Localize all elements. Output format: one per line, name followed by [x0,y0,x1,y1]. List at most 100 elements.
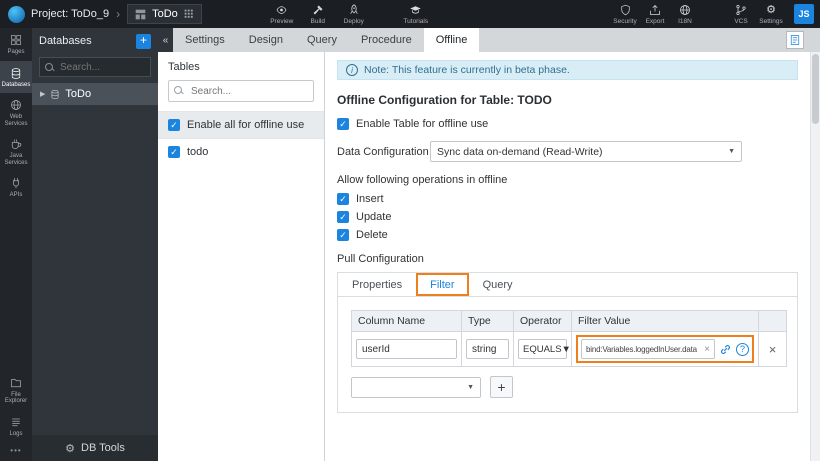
sidebar-item-pages[interactable]: Pages [0,28,32,61]
tab-properties[interactable]: Properties [338,273,416,296]
caret-right-icon[interactable]: ▶ [40,90,45,98]
tabbar-right [786,28,820,52]
sidebar-item-logs[interactable]: Logs [0,410,32,443]
topbar: Project: ToDo_9 › ToDo Preview Build Dep… [0,0,820,28]
vcs-button[interactable]: VCS [726,4,756,25]
databases-search-input[interactable] [39,57,151,77]
export-icon [649,4,661,16]
list-item-label: Enable all for offline use [187,119,305,131]
i18n-button[interactable]: I18N [670,4,700,25]
new-column-select[interactable]: ▼ [351,376,481,398]
bind-link-icon[interactable] [719,343,732,356]
data-configuration-value: Sync data on-demand (Read-Write) [437,145,603,158]
tab-design[interactable]: Design [237,28,295,52]
tab-offline[interactable]: Offline [423,28,480,52]
filter-value-text: bind:Variables.loggedInUser.data [586,344,697,354]
filter-table-row: EQUALS ▼ bind:Variables.loggedInUser. [351,331,787,367]
enable-table-row: ✓ Enable Table for offline use [337,118,798,130]
preview-button[interactable]: Preview [264,4,300,25]
checkbox-enable-table[interactable]: ✓ [337,118,349,130]
scrollbar-thumb[interactable] [812,54,819,124]
checkbox-insert[interactable]: ✓ [337,193,349,205]
search-icon [45,63,54,72]
build-button[interactable]: Build [300,4,336,25]
db-tools-label: DB Tools [81,442,125,454]
checkbox-update[interactable]: ✓ [337,211,349,223]
app-window: Project: ToDo_9 › ToDo Preview Build Dep… [0,0,820,461]
beta-note-banner: i Note: This feature is currently in bet… [337,60,798,80]
db-tools-button[interactable]: ⚙ DB Tools [32,435,158,461]
collapse-panel-button[interactable]: « [158,28,173,52]
data-configuration-select[interactable]: Sync data on-demand (Read-Write) ▼ [430,141,742,162]
filter-tab-content: Column Name Type Operator Filter Value u… [338,297,797,412]
chevron-down-icon: ▼ [561,343,571,355]
type-input[interactable] [466,339,509,359]
sidebar-item-apis[interactable]: APIs [0,171,32,204]
column-header: Filter Value [571,310,759,332]
add-database-button[interactable]: + [136,33,151,49]
column-header: Operator [513,310,572,332]
sidebar-item-databases[interactable]: Databases [0,60,32,93]
settings-button[interactable]: ⚙ Settings [756,4,786,25]
action-label: Preview [270,17,294,25]
more-icon[interactable]: ••• [0,442,32,461]
rail-spacer [0,204,32,371]
tab-query-pull[interactable]: Query [469,273,527,296]
tab-settings[interactable]: Settings [173,28,237,52]
scrollbar[interactable] [810,52,820,461]
export-button[interactable]: Export [640,4,670,25]
operation-row-update: ✓ Update [337,211,798,223]
tab-query[interactable]: Query [295,28,349,52]
project-title: Project: ToDo_9 [31,8,110,20]
column-name-input[interactable] [356,339,457,359]
help-icon[interactable]: ? [736,342,749,356]
operation-row-delete: ✓ Delete [337,229,798,241]
data-configuration-label: Data Configuration [337,145,429,158]
sidebar-item-java-services[interactable]: Java Services [0,132,32,171]
user-avatar[interactable]: JS [794,4,814,24]
tutorials-button[interactable]: Tutorials [398,4,434,25]
list-item-todo[interactable]: ✓ todo [158,138,324,165]
globe-icon [679,4,691,16]
filter-value-field[interactable]: bind:Variables.loggedInUser.data × [581,339,715,359]
app-selector[interactable]: ToDo [127,4,202,24]
list-item-enable-all[interactable]: ✓ Enable all for offline use [158,111,324,138]
tab-procedure[interactable]: Procedure [349,28,424,52]
operation-label: Insert [356,193,384,205]
gear-icon: ⚙ [766,3,776,16]
action-label: Tutorials [403,17,429,25]
apps-grid-icon[interactable] [184,9,194,19]
delete-row-icon[interactable]: × [769,342,777,357]
search-icon [174,86,183,95]
sidebar-item-web-services[interactable]: Web Services [0,93,32,132]
operations-list: ✓ Insert ✓ Update ✓ Delete [337,193,798,241]
add-filter-button[interactable]: + [490,376,513,398]
checkbox-delete[interactable]: ✓ [337,229,349,241]
topbar-actions: Preview Build Deploy Tutorials [264,3,434,25]
tables-search-input[interactable] [168,80,314,102]
security-shield-icon [620,4,631,16]
checkbox-enable-all[interactable]: ✓ [168,119,180,131]
action-label: Build [310,17,325,25]
pull-configuration-label: Pull Configuration [337,253,424,265]
column-header-actions [758,310,787,332]
wavemaker-logo-icon[interactable] [8,5,25,23]
database-tree-item-todo[interactable]: ▶ ToDo [32,83,158,105]
security-button[interactable]: Security [610,4,640,25]
action-label: Export [645,17,665,25]
tab-filter[interactable]: Filter [416,273,469,296]
chevron-right-icon: › [116,7,121,21]
tutorials-gradcap-icon [409,4,422,16]
database-icon [10,67,22,80]
deploy-button[interactable]: Deploy [336,3,372,25]
operation-row-insert: ✓ Insert [337,193,798,205]
db-report-button[interactable] [786,31,804,49]
checkbox-todo[interactable]: ✓ [168,146,180,158]
offline-config-main: i Note: This feature is currently in bet… [325,52,820,461]
operation-label: Delete [356,229,388,241]
clear-value-icon[interactable]: × [704,344,710,355]
app-layout-icon [135,9,146,20]
sidebar-item-file-explorer[interactable]: File Explorer [0,371,32,410]
operator-select[interactable]: EQUALS ▼ [518,339,571,359]
chevron-down-icon: ▼ [467,383,474,391]
